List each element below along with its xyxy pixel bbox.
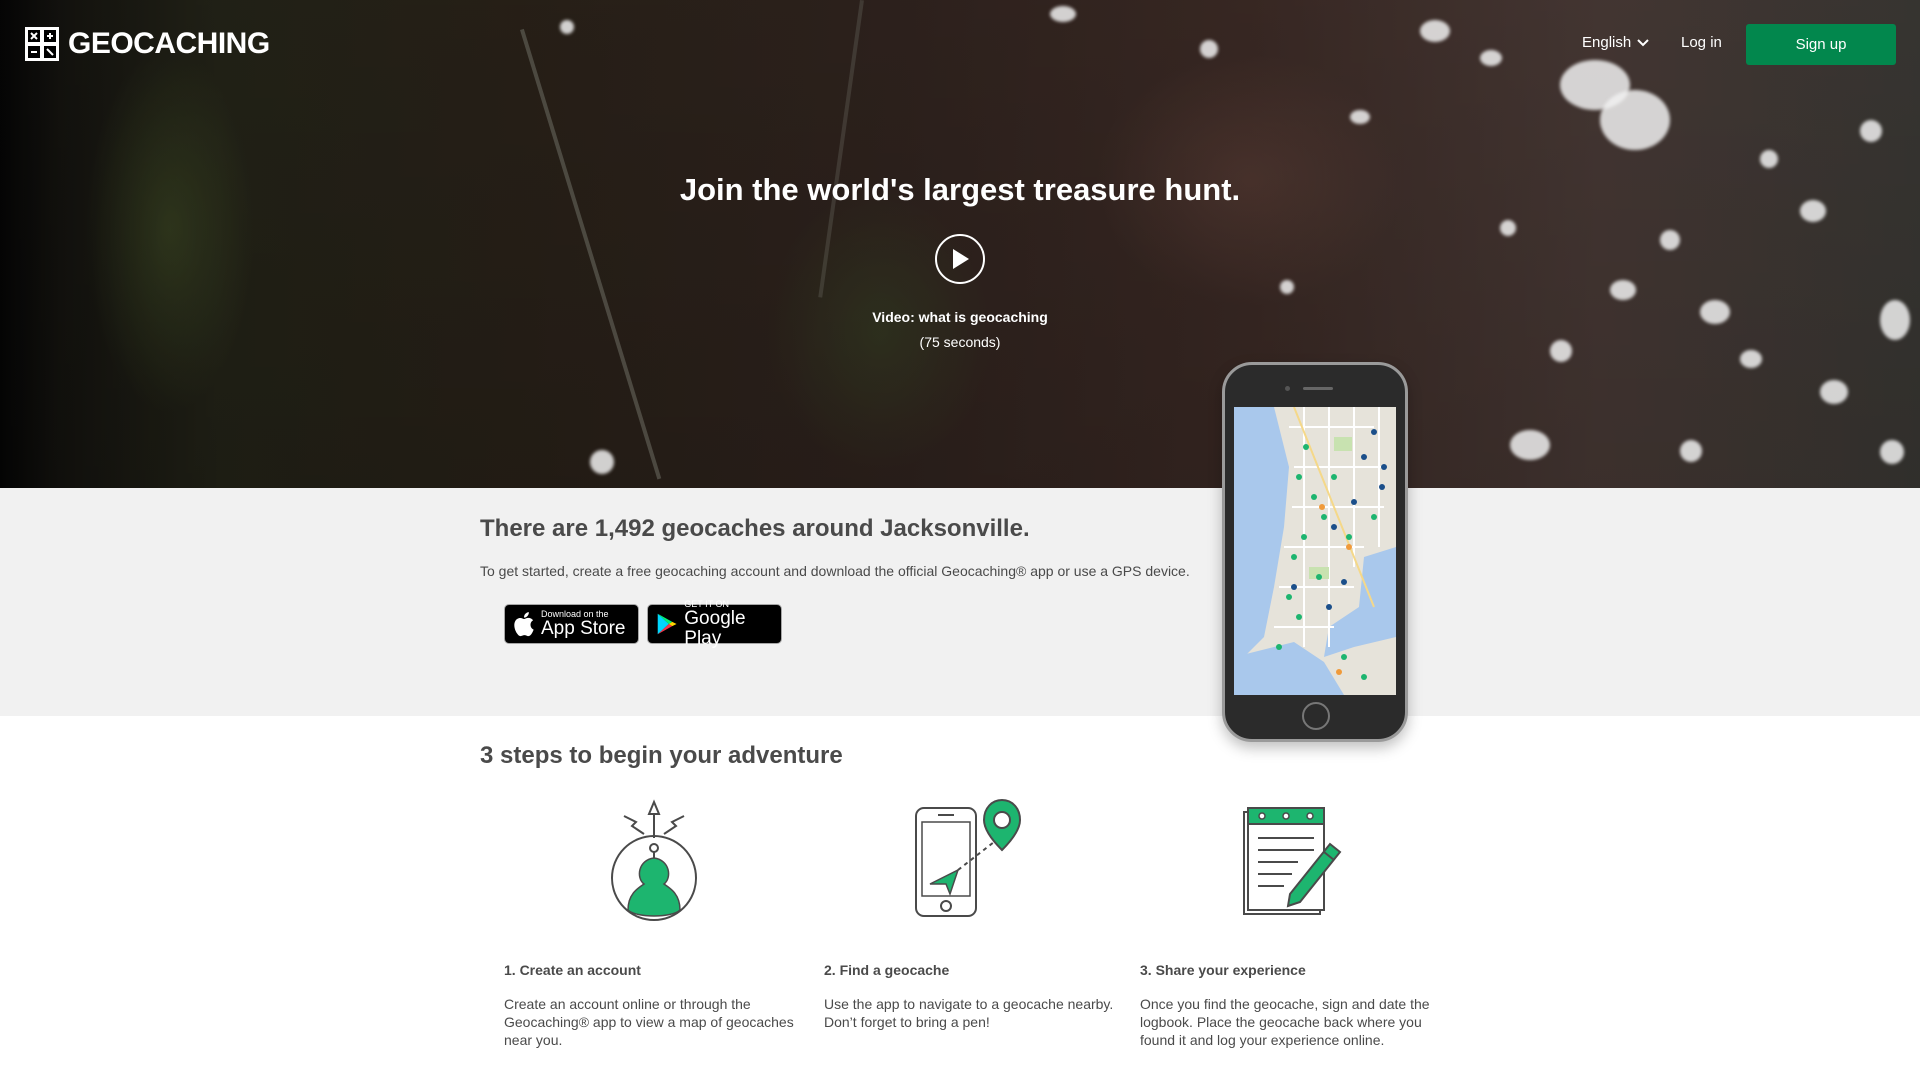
- hero-decoration: [1740, 350, 1762, 368]
- phone-home-button: [1302, 702, 1330, 730]
- step-2-description: Use the app to navigate to a geocache ne…: [824, 995, 1113, 1031]
- apple-icon: [514, 612, 534, 637]
- chevron-down-icon: [1637, 38, 1649, 46]
- phone-mockup: [1222, 362, 1408, 742]
- geocaching-logo-icon: [25, 27, 59, 61]
- phone-camera: [1285, 386, 1290, 391]
- step-1-line: Geocaching® app to view a map of geocach…: [504, 1014, 794, 1030]
- google-play-text: GET IT ON Google Play: [684, 599, 773, 649]
- geocaching-logo[interactable]: GEOCACHING: [24, 26, 270, 62]
- step-3-line: found it and log your experience online.: [1140, 1032, 1385, 1048]
- language-selector[interactable]: English: [1582, 34, 1649, 51]
- phone-map-screen: [1234, 407, 1396, 695]
- create-account-icon: [611, 799, 697, 921]
- hero-decoration: [1660, 230, 1680, 250]
- brand-name: GEOCACHING: [68, 27, 270, 60]
- logbook-icon: [1243, 807, 1342, 915]
- video-label: Video: what is geocaching: [872, 309, 1048, 325]
- google-play-icon: [657, 613, 677, 635]
- google-play-big-text: Google Play: [684, 608, 746, 649]
- map-image: [1234, 407, 1396, 695]
- app-store-big-text: App Store: [541, 618, 626, 639]
- play-icon: [953, 249, 969, 269]
- hero-decoration: [1510, 430, 1550, 460]
- hero-decoration: [1600, 90, 1670, 150]
- site-header: GEOCACHING English Log in Sign up: [0, 0, 1920, 88]
- google-play-button[interactable]: GET IT ON Google Play: [647, 599, 782, 649]
- hero-decoration: [1760, 150, 1778, 168]
- hero-decoration: [1500, 220, 1516, 236]
- app-store-text: Download on the App Store: [541, 609, 626, 639]
- step-1-line: near you.: [504, 1032, 563, 1048]
- hero-decoration: [520, 28, 662, 480]
- hero-decoration: [590, 450, 614, 474]
- language-label: English: [1582, 34, 1632, 51]
- hero-title: Join the world's largest treasure hunt.: [679, 172, 1241, 207]
- login-link[interactable]: Log in: [1681, 34, 1722, 51]
- signup-button[interactable]: Sign up: [1746, 24, 1896, 65]
- hero-decoration: [1820, 380, 1848, 404]
- step-3-line: Once you find the geocache, sign and dat…: [1140, 996, 1430, 1012]
- hero-decoration: [1860, 120, 1882, 142]
- video-duration: (75 seconds): [919, 334, 1001, 350]
- step-2-line: Don’t forget to bring a pen!: [824, 1014, 990, 1030]
- find-geocache-icon: [915, 798, 1022, 917]
- play-video-button[interactable]: [935, 234, 985, 284]
- step-1-description: Create an account online or through the …: [504, 995, 794, 1049]
- geocache-count-heading: There are 1,492 geocaches around Jackson…: [480, 515, 1030, 542]
- step-3-title: 3. Share your experience: [1140, 962, 1306, 978]
- step-3-line: logbook. Place the geocache back where y…: [1140, 1014, 1422, 1030]
- hero-decoration: [1280, 280, 1294, 294]
- step-2-title: 2. Find a geocache: [824, 962, 950, 978]
- steps-heading: 3 steps to begin your adventure: [480, 742, 843, 769]
- getting-started-text: To get started, create a free geocaching…: [480, 563, 1190, 579]
- step-1-line: Create an account online or through the: [504, 996, 751, 1012]
- hero-decoration: [1610, 280, 1636, 300]
- step-3-description: Once you find the geocache, sign and dat…: [1140, 995, 1430, 1049]
- phone-speaker: [1303, 387, 1333, 390]
- hero-decoration: [1680, 440, 1702, 462]
- step-1-title: 1. Create an account: [504, 962, 641, 978]
- step-2-line: Use the app to navigate to a geocache ne…: [824, 996, 1114, 1012]
- hero-decoration: [1880, 440, 1904, 464]
- app-store-button[interactable]: Download on the App Store: [504, 604, 639, 644]
- hero-decoration: [1350, 110, 1370, 124]
